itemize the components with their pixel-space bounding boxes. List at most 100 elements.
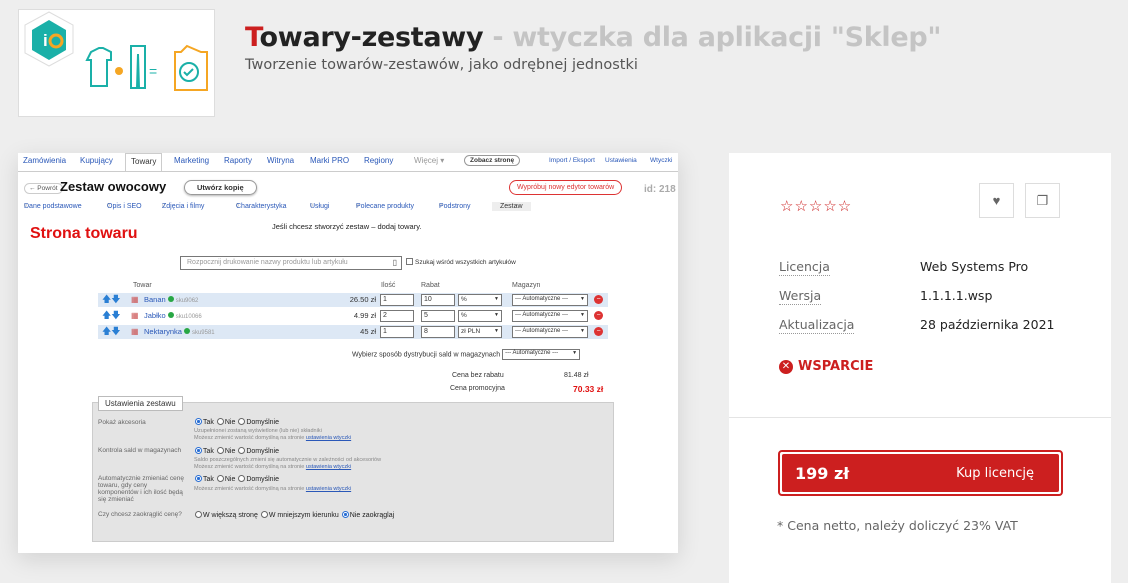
setting-note: Możesz zmienić wartość domyślną na stron…: [194, 464, 352, 470]
search-all-checkbox[interactable]: Szukaj wśród wszystkich artykułów: [406, 258, 516, 266]
document-icon: ▯: [392, 258, 397, 267]
table-row: 🡅🡇 ▦ Jabłko sku10066 4.99 zł 2 5 % ▼ --- A…: [98, 309, 608, 323]
create-copy-button[interactable]: Utwórz kopię: [184, 180, 257, 195]
plugin-settings-link[interactable]: ustawienia wtyczki: [306, 486, 351, 492]
plugin-settings-link[interactable]: ustawienia wtyczki: [306, 464, 351, 470]
copy-button[interactable]: ❐: [1025, 183, 1060, 218]
page-title: Towary-zestawy - wtyczka dla aplikacji "…: [245, 22, 941, 53]
nav-plugins[interactable]: Wtyczki: [650, 157, 672, 164]
radio[interactable]: [216, 418, 224, 425]
meta-value: 1.1.1.1.wsp: [920, 288, 993, 303]
back-button[interactable]: ← Powrót: [24, 183, 63, 194]
nav-settings[interactable]: Ustawienia: [605, 157, 637, 164]
settings-tab[interactable]: Ustawienia zestawu: [98, 396, 183, 411]
radio[interactable]: [195, 511, 202, 518]
tab-recommended[interactable]: Polecane produkty 0: [356, 203, 414, 212]
nav-marketing[interactable]: Marketing: [174, 156, 209, 165]
copy-icon: ❐: [1036, 192, 1049, 208]
hint-text: Jeśli chcesz stworzyć zestaw – dodaj tow…: [272, 222, 422, 231]
radio[interactable]: [195, 418, 202, 425]
nav-website[interactable]: Witryna: [267, 156, 294, 165]
qty-input[interactable]: 1: [380, 294, 414, 306]
radio[interactable]: [238, 447, 246, 454]
nav-reports[interactable]: Raporty: [224, 156, 252, 165]
qty-input[interactable]: 1: [380, 326, 414, 338]
remove-icon[interactable]: −: [594, 311, 603, 320]
tab-set[interactable]: Zestaw: [492, 202, 531, 211]
purchase-panel: ☆☆☆☆☆ ♥ ❐ Licencja Web Systems Pro Wersj…: [729, 153, 1111, 583]
lifebuoy-icon: ✕: [779, 359, 793, 374]
product-link[interactable]: Banan sku9062: [144, 295, 198, 304]
try-new-editor-button[interactable]: Wypróbuj nowy edytor towarów: [509, 180, 623, 195]
license-price: 199 zł: [795, 464, 850, 483]
product-link[interactable]: Jabłko sku10066: [144, 311, 202, 320]
product-price: 26.50 zł: [349, 295, 376, 304]
reorder-arrows-icon[interactable]: 🡅🡇: [102, 311, 121, 320]
discount-unit-select[interactable]: % ▼: [458, 294, 502, 306]
distribution-label: Wybierz sposób dystrybucji sald w magazy…: [352, 351, 501, 359]
product-title: Zestaw owocowy: [60, 179, 167, 194]
radio[interactable]: [238, 418, 246, 425]
nav-more[interactable]: Więcej ▾: [414, 156, 444, 165]
radio[interactable]: [216, 475, 224, 482]
nav-brands[interactable]: Marki PRO: [310, 156, 349, 165]
discount-input[interactable]: 5: [421, 310, 455, 322]
radio[interactable]: [216, 447, 224, 454]
buy-label: Kup licencję: [956, 466, 1034, 481]
warehouse-select[interactable]: --- Automatyczne --- ▼: [512, 294, 588, 306]
qty-input[interactable]: 2: [380, 310, 414, 322]
setting-label: Pokaż akcesoria: [98, 419, 146, 426]
status-dot: [167, 296, 174, 302]
nav-products[interactable]: Towary: [125, 153, 163, 171]
support-link[interactable]: ✕ WSPARCIE: [779, 359, 873, 374]
tab-media[interactable]: Zdjęcia i filmy 0: [162, 203, 204, 212]
nav-divider: [18, 171, 678, 172]
radio[interactable]: [260, 511, 268, 518]
tab-basic[interactable]: Dane podstawowe 0: [24, 203, 82, 212]
discount-input[interactable]: 10: [421, 294, 455, 306]
title-suffix: - wtyczka dla aplikacji "Sklep": [483, 22, 942, 53]
radio[interactable]: [195, 475, 202, 482]
tab-services[interactable]: Usługi 0: [310, 203, 329, 212]
warehouse-select[interactable]: --- Automatyczne --- ▼: [512, 326, 588, 338]
remove-icon[interactable]: −: [594, 295, 603, 304]
product-price: 45 zł: [360, 327, 376, 336]
distribution-select[interactable]: --- Automatyczne --- ▼: [502, 349, 581, 360]
meta-key: Aktualizacja: [779, 317, 855, 334]
radio[interactable]: [195, 447, 202, 454]
reorder-arrows-icon[interactable]: 🡅🡇: [102, 327, 121, 336]
preview-button[interactable]: Zobacz stronę: [464, 155, 521, 166]
discount-unit-select[interactable]: zł PLN ▼: [458, 326, 502, 338]
plugin-illustration: i =: [24, 11, 208, 91]
plugin-settings-link[interactable]: ustawienia wtyczki: [306, 435, 351, 441]
divider: [729, 417, 1111, 418]
warehouse-select[interactable]: --- Automatyczne --- ▼: [512, 310, 588, 322]
buy-license-button[interactable]: 199 zł Kup licencję: [782, 454, 1059, 492]
setting-label: Automatycznie zmieniać cenę towaru, gdy …: [98, 475, 184, 503]
product-link[interactable]: Nektarynka sku9581: [144, 327, 215, 336]
radio[interactable]: [341, 511, 349, 518]
setting-note: Możesz zmienić wartość domyślną na stron…: [194, 435, 352, 441]
tab-seo[interactable]: Opis i SEO 0: [107, 203, 142, 212]
remove-icon[interactable]: −: [594, 327, 603, 336]
nav-buyers[interactable]: Kupujący: [80, 156, 113, 165]
nav-orders[interactable]: Zamówienia: [23, 156, 66, 165]
discount-unit-select[interactable]: % ▼: [458, 310, 502, 322]
favorite-button[interactable]: ♥: [979, 183, 1014, 218]
price-no-discount-label: Cena bez rabatu: [452, 372, 504, 379]
rating-stars[interactable]: ☆☆☆☆☆: [780, 197, 852, 215]
buy-box: 199 zł Kup licencję: [778, 450, 1063, 496]
radio[interactable]: [238, 475, 246, 482]
reorder-arrows-icon[interactable]: 🡅🡇: [102, 295, 121, 304]
tab-subpages[interactable]: Podstrony 0: [439, 203, 471, 212]
promo-price-label: Cena promocyjna: [450, 385, 505, 392]
heart-icon: ♥: [992, 193, 1001, 208]
product-search-input[interactable]: Rozpocznij drukowanie nazwy produktu lub…: [180, 256, 402, 270]
nav-import-export[interactable]: Import / Eksport: [549, 157, 595, 164]
nav-regions[interactable]: Regiony: [364, 156, 393, 165]
table-row: 🡅🡇 ▦ Nektarynka sku9581 45 zł 1 8 zł PLN ▼…: [98, 325, 608, 339]
tab-characteristics[interactable]: Charakterystyka 0: [236, 203, 287, 212]
overlay-label: Strona towaru: [30, 225, 138, 242]
discount-input[interactable]: 8: [421, 326, 455, 338]
checkbox[interactable]: [406, 258, 413, 265]
